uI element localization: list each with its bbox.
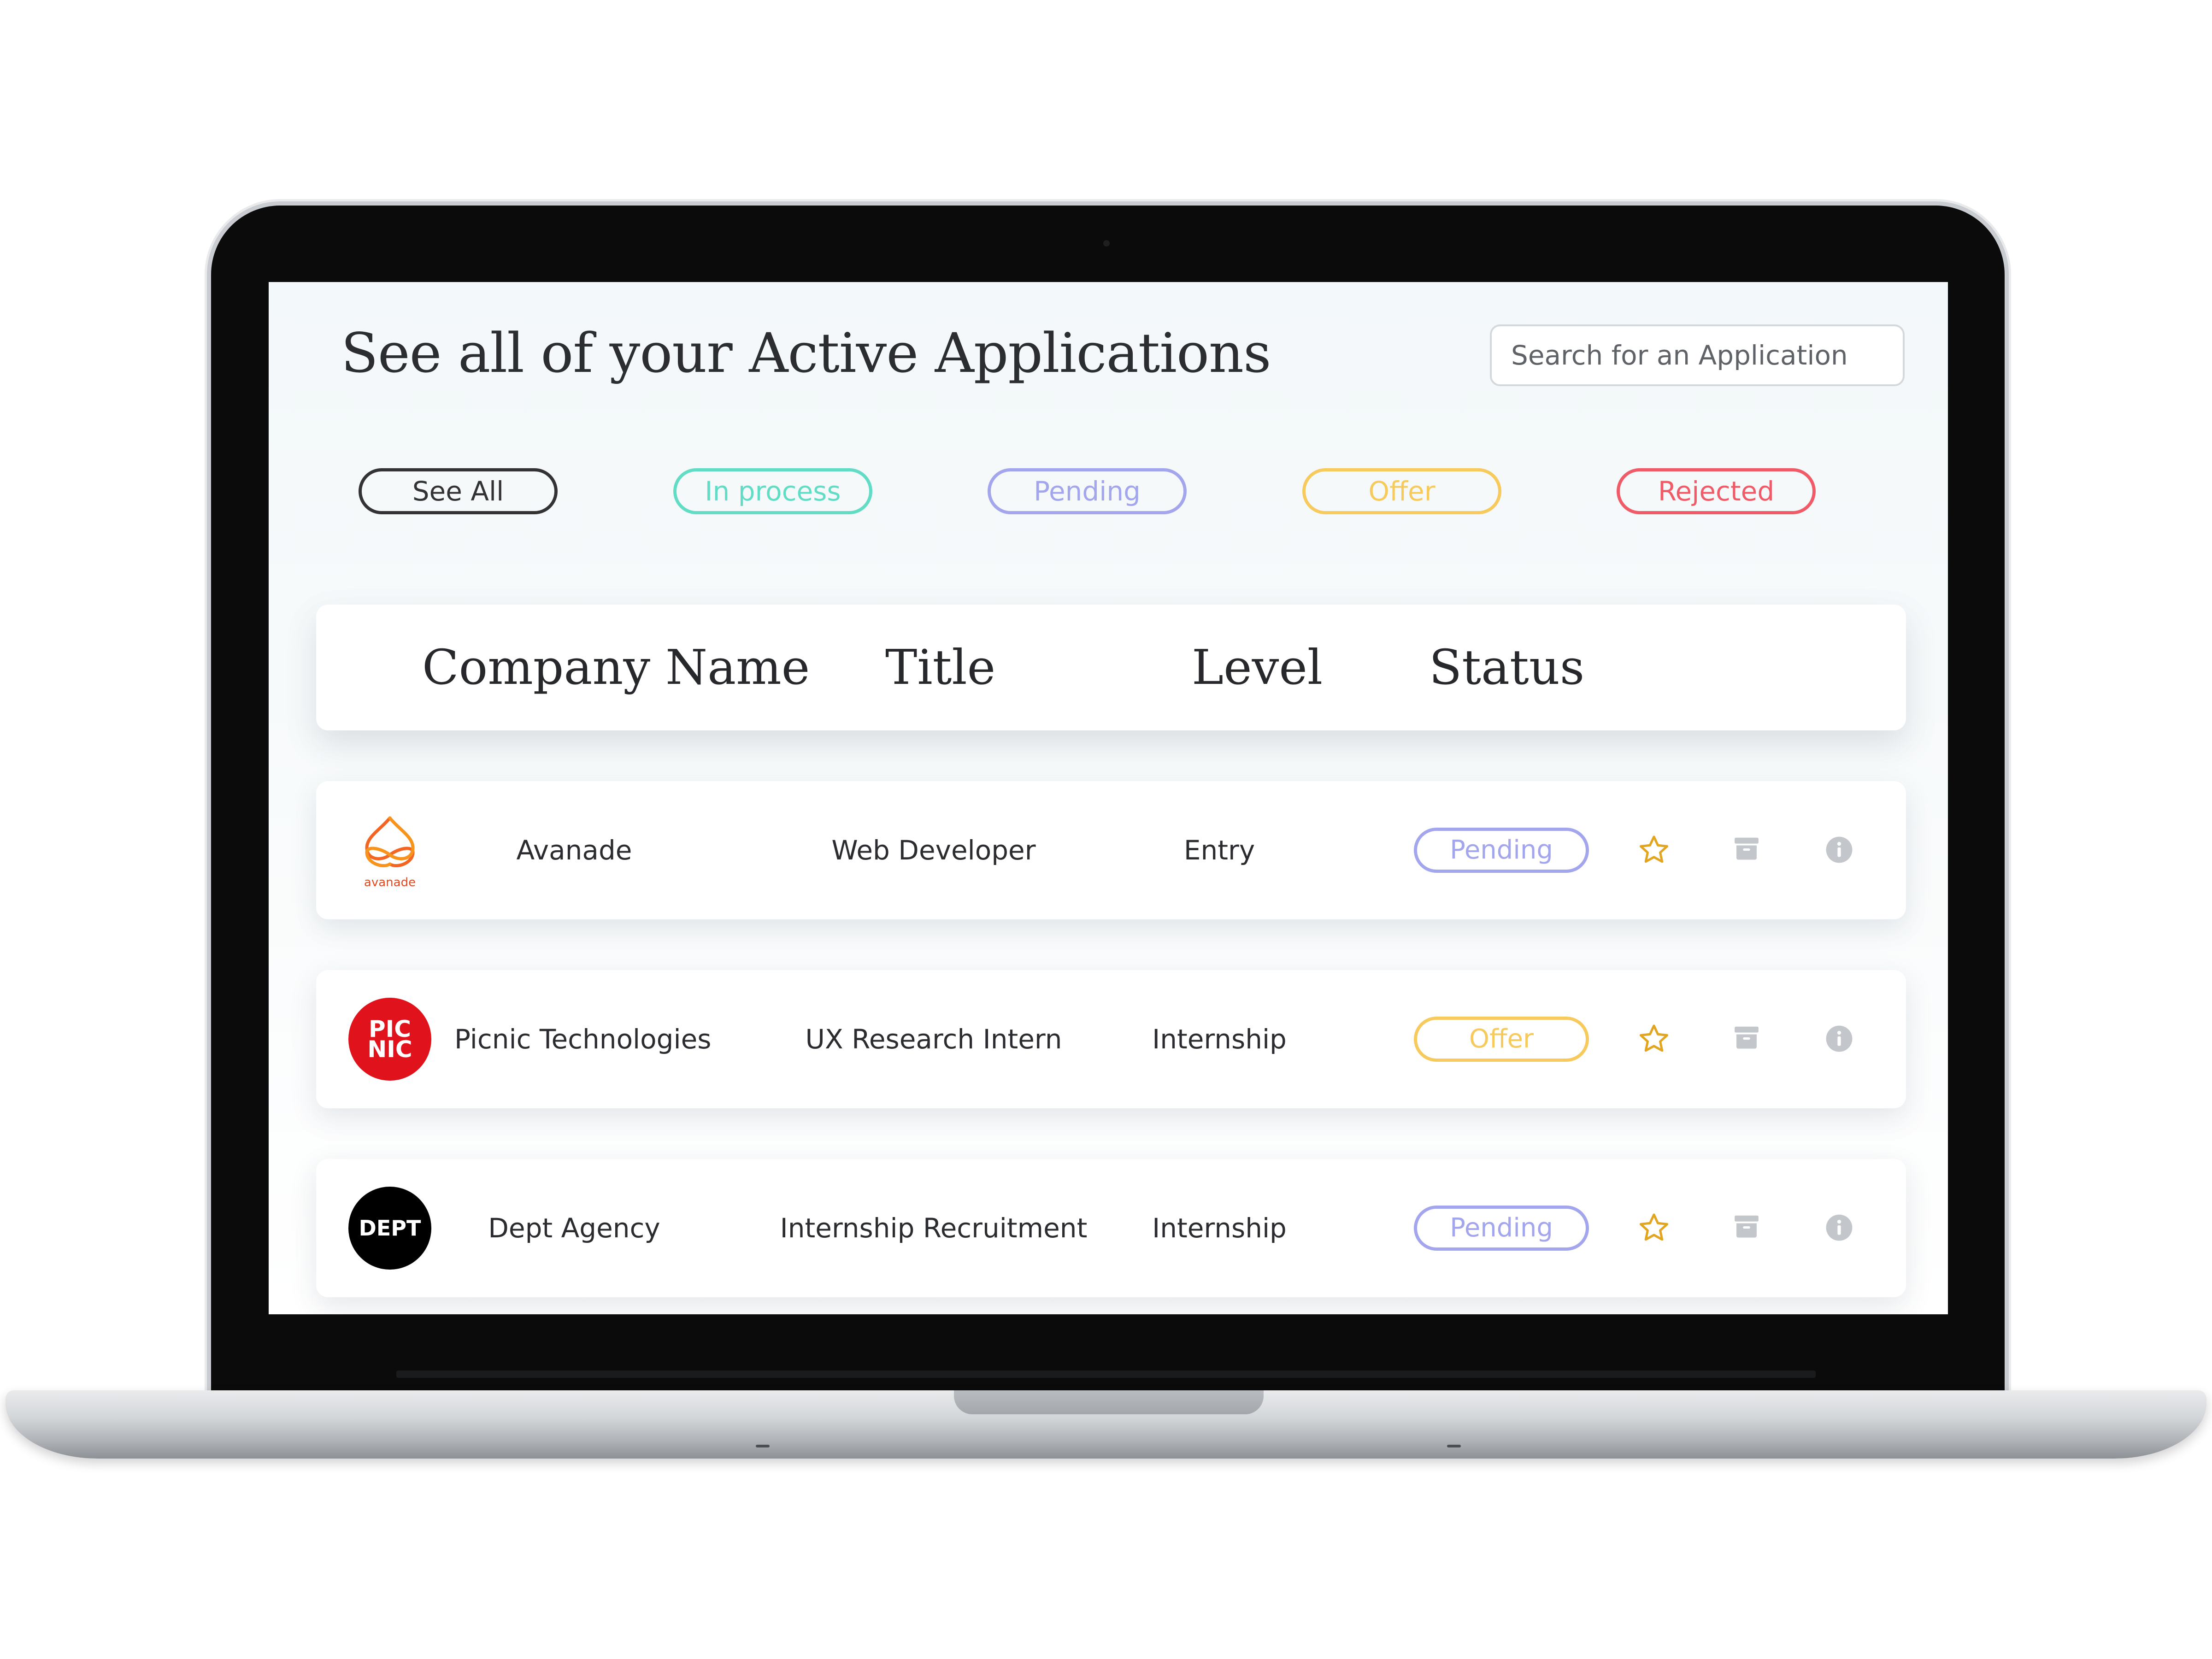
job-level: Entry [1183,835,1255,866]
camera-icon [1103,240,1110,247]
info-icon[interactable] [1825,1213,1853,1242]
job-level: Internship [1152,1024,1287,1055]
filter-pending[interactable]: Pending [988,468,1187,514]
job-title: Internship Recruitment [780,1212,1088,1244]
status-badge: Pending [1414,1206,1589,1251]
archive-icon[interactable] [1732,1023,1761,1052]
laptop-foot [756,1445,770,1447]
column-header-level: Level [1192,639,1323,695]
filter-rejected[interactable]: Rejected [1617,468,1816,514]
filter-in-process[interactable]: In process [673,468,872,514]
laptop-notch [954,1390,1264,1414]
info-icon[interactable] [1825,1024,1853,1053]
laptop-foot [1447,1445,1461,1447]
job-level: Internship [1152,1212,1287,1244]
star-icon[interactable] [1636,833,1671,868]
dept-logo: DEPT [348,1187,431,1270]
laptop-hinge [396,1371,1816,1378]
status-badge: Pending [1414,828,1589,873]
page-title: See all of your Active Applications [341,321,1271,385]
column-header-company: Company Name [422,639,810,695]
table-row[interactable]: PIC NIC Picnic Technologies UX Research … [316,970,1906,1108]
archive-icon[interactable] [1732,1212,1761,1241]
column-header-title: Title [885,639,996,695]
search-input[interactable]: Search for an Application [1490,324,1905,386]
table-row[interactable]: DEPT Dept Agency Internship Recruitment … [316,1159,1906,1297]
app-screen: See all of your Active Applications Sear… [269,282,1948,1314]
column-header-status: Status [1429,639,1585,695]
table-row[interactable]: avanade Avanade Web Developer Entry Pend… [316,781,1906,919]
company-name: Dept Agency [488,1212,660,1244]
company-name: Avanade [516,835,632,866]
status-badge: Offer [1414,1017,1589,1062]
star-icon[interactable] [1636,1211,1671,1246]
job-title: Web Developer [831,835,1036,866]
svg-text:avanade: avanade [364,876,416,889]
archive-icon[interactable] [1732,834,1761,863]
table-header: Company Name Title Level Status [316,605,1906,730]
filter-offer[interactable]: Offer [1302,468,1501,514]
filter-see-all[interactable]: See All [359,468,558,514]
company-name: Picnic Technologies [454,1024,712,1055]
info-icon[interactable] [1825,835,1853,864]
job-title: UX Research Intern [805,1024,1062,1055]
avanade-logo: avanade [348,809,431,892]
star-icon[interactable] [1636,1022,1671,1057]
picnic-logo: PIC NIC [348,998,431,1081]
